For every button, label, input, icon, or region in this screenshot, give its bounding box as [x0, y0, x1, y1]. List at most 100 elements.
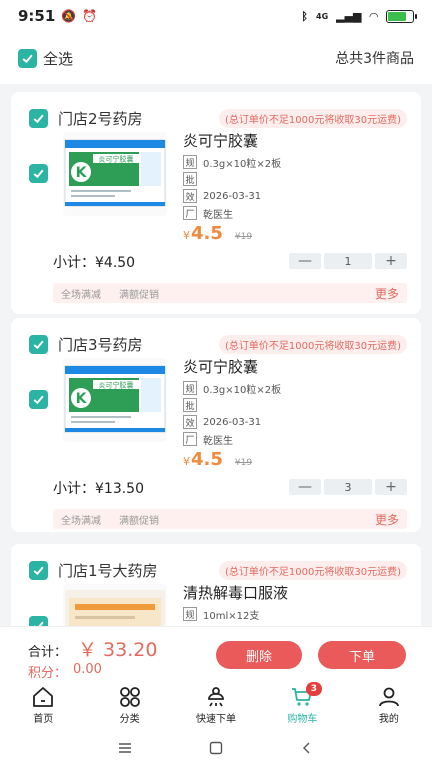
- product-name[interactable]: 清热解毒口服液: [183, 582, 407, 603]
- svg-text:炎可宁胶囊: 炎可宁胶囊: [99, 155, 134, 164]
- expiry-value: 2026-03-31: [203, 416, 262, 428]
- promo-bar: 全场满减 满额促销 更多: [53, 509, 407, 529]
- price-original: ¥19: [234, 458, 253, 468]
- subtotal: 小计：¥13.50: [53, 481, 144, 497]
- store-card: 门店1号大药房 (总订单价不足1000元将收取30元运费) 清热解毒口服液 规1…: [11, 544, 421, 626]
- decrement-button[interactable]: —: [289, 253, 321, 269]
- approval-tag: 批: [183, 398, 197, 412]
- product-name[interactable]: 炎可宁胶囊: [183, 130, 407, 151]
- expiry-tag: 效: [183, 415, 197, 429]
- category-icon: [119, 687, 140, 707]
- checkout-bar: 合计： ￥ 33.20 积分： 0.00 删除 下单: [0, 626, 432, 684]
- expiry-tag: 效: [183, 189, 197, 203]
- store-name: 门店1号大药房: [58, 562, 158, 580]
- quantity-input[interactable]: 3: [324, 479, 372, 495]
- delete-button[interactable]: 删除: [216, 641, 302, 669]
- tab-label: 分类: [119, 714, 140, 725]
- maker-tag: 厂: [183, 206, 197, 220]
- item-checkbox[interactable]: [29, 616, 48, 626]
- product-image[interactable]: 炎可宁胶囊 K: [63, 132, 167, 216]
- tab-profile[interactable]: 我的: [346, 684, 432, 728]
- store-header: 门店2号药房 (总订单价不足1000元将收取30元运费): [29, 108, 407, 129]
- freight-note: (总订单价不足1000元将收取30元运费): [219, 561, 407, 580]
- signal-icon: ▂▄▆: [336, 9, 362, 23]
- store-checkbox[interactable]: [29, 109, 48, 128]
- store-header: 门店3号药房 (总订单价不足1000元将收取30元运费): [29, 334, 407, 355]
- mute-icon: 🔕: [61, 9, 77, 23]
- price-original: ¥19: [234, 232, 253, 242]
- check-icon: [22, 54, 33, 63]
- quantity-stepper: — 3 +: [289, 479, 407, 495]
- store-checkbox[interactable]: [29, 335, 48, 354]
- clock: 9:51: [18, 7, 56, 25]
- product-image[interactable]: 炎可宁胶囊 K: [63, 358, 167, 442]
- medicine-box-image: 炎可宁胶囊 K: [64, 365, 166, 433]
- product-info: 清热解毒口服液 规 10ml×12支: [183, 582, 407, 622]
- price-symbol: ¥: [183, 229, 190, 242]
- promo-bar: 全场满减 满额促销 更多: [53, 283, 407, 303]
- product-name[interactable]: 炎可宁胶囊: [183, 356, 407, 377]
- quick-order-icon: [208, 687, 224, 707]
- wifi-icon: ◠: [369, 9, 378, 23]
- product-info: 炎可宁胶囊 规 0.3g×10粒×2板 批 效 2026-03-31 厂乾医生 ¥ …: [183, 130, 407, 244]
- freight-note: (总订单价不足1000元将收取30元运费): [219, 335, 407, 354]
- battery-level: [388, 11, 406, 21]
- svg-text:K: K: [76, 165, 88, 181]
- product-image[interactable]: [63, 584, 167, 626]
- quantity-stepper: — 1 +: [289, 253, 407, 269]
- store-checkbox[interactable]: [29, 561, 48, 580]
- system-nav-bar: [0, 728, 432, 768]
- spec-tag: 规: [183, 381, 197, 395]
- tab-quick-order[interactable]: 快速下单: [173, 684, 259, 728]
- profile-icon: [378, 687, 399, 707]
- check-icon: [33, 169, 44, 179]
- spec-value: 0.3g×10粒×2板: [203, 158, 282, 170]
- tab-label: 快速下单: [196, 714, 237, 725]
- approval-row: 批: [183, 172, 407, 186]
- price-row: ¥ 4.5 ¥19: [183, 449, 407, 470]
- check-icon: [34, 621, 44, 626]
- menu-icon[interactable]: [117, 740, 133, 756]
- home-nav-icon[interactable]: [208, 740, 224, 756]
- svg-text:炎可宁胶囊: 炎可宁胶囊: [99, 381, 134, 390]
- tab-home[interactable]: 首页: [0, 684, 86, 728]
- tab-cart[interactable]: 3 购物车: [259, 682, 345, 728]
- decrement-button[interactable]: —: [289, 479, 321, 495]
- total-amount: ￥ 33.20: [78, 639, 158, 661]
- select-all-checkbox[interactable]: [18, 48, 37, 68]
- increment-button[interactable]: +: [375, 479, 407, 495]
- check-icon: [33, 340, 44, 350]
- more-promos-link[interactable]: 更多: [375, 511, 399, 528]
- home-icon: [33, 687, 54, 707]
- medicine-box-image: 炎可宁胶囊 K: [64, 139, 166, 207]
- more-promos-link[interactable]: 更多: [375, 285, 399, 302]
- network-label: 4G: [316, 11, 329, 21]
- oral-liquid-box-image: [65, 590, 165, 626]
- spec-row: 规 0.3g×10粒×2板: [183, 155, 407, 170]
- tab-label: 我的: [378, 714, 399, 725]
- points-label: 积分：: [28, 666, 68, 681]
- store-card: 门店3号药房 (总订单价不足1000元将收取30元运费) 炎可宁胶囊 K 炎可宁…: [11, 318, 421, 532]
- spec-tag: 规: [183, 155, 197, 169]
- approval-tag: 批: [183, 172, 197, 186]
- tab-label: 首页: [33, 714, 54, 725]
- subtotal: 小计：¥4.50: [53, 255, 136, 271]
- item-checkbox[interactable]: [29, 164, 48, 183]
- select-all-bar: 全选 总共3件商品: [0, 32, 432, 84]
- maker-tag: 厂: [183, 432, 197, 446]
- approval-row: 批: [183, 398, 407, 412]
- tab-category[interactable]: 分类: [86, 684, 172, 728]
- spec-row: 规 0.3g×10粒×2板: [183, 381, 407, 396]
- back-icon[interactable]: [299, 740, 315, 756]
- promo-item: 满额促销: [119, 289, 159, 301]
- expiry-row: 效 2026-03-31: [183, 415, 407, 429]
- maker-row: 厂乾医生: [183, 432, 407, 447]
- place-order-button[interactable]: 下单: [318, 641, 406, 669]
- svg-text:K: K: [76, 391, 88, 407]
- item-checkbox[interactable]: [29, 390, 48, 409]
- price-current: 4.5: [191, 223, 223, 244]
- increment-button[interactable]: +: [375, 253, 407, 269]
- quantity-input[interactable]: 1: [324, 253, 372, 269]
- expiry-row: 效 2026-03-31: [183, 189, 407, 203]
- price-symbol: ¥: [183, 455, 190, 468]
